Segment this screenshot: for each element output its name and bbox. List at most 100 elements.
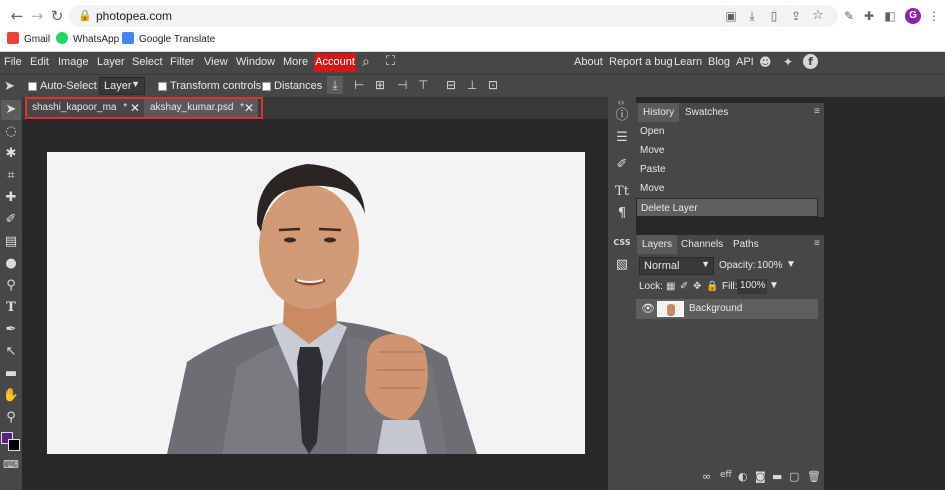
- menu-view[interactable]: View: [204, 56, 228, 68]
- crop-tool-icon[interactable]: ⌗: [1, 166, 21, 186]
- fill-dropdown-icon[interactable]: ▼: [769, 280, 779, 291]
- dodge-tool-icon[interactable]: ⚲: [1, 276, 21, 296]
- adjustment-layer-icon[interactable]: ◐: [738, 470, 748, 483]
- tab-channels[interactable]: Channels: [676, 235, 728, 254]
- pen-tool-icon[interactable]: ✒: [1, 320, 21, 340]
- menu-blog[interactable]: Blog: [708, 56, 730, 68]
- menu-account[interactable]: Account: [314, 53, 356, 72]
- document-canvas[interactable]: [47, 152, 585, 454]
- lasso-tool-icon[interactable]: ◌: [1, 122, 21, 142]
- layer-row-background[interactable]: 👁 Background: [636, 299, 818, 319]
- lock-move-icon[interactable]: ✥: [693, 281, 701, 292]
- menu-kebab-icon[interactable]: ⋮: [925, 7, 943, 25]
- image-icon[interactable]: ▧: [612, 255, 632, 275]
- lock-paint-icon[interactable]: ✐: [680, 281, 688, 292]
- blur-tool-icon[interactable]: ●: [1, 254, 21, 274]
- history-item[interactable]: Move: [636, 141, 818, 160]
- bookmark-google-translate[interactable]: Google Translate: [122, 32, 215, 46]
- install-icon[interactable]: ⤓: [743, 7, 761, 25]
- panel-menu-icon[interactable]: ≡: [814, 106, 820, 117]
- tab-history[interactable]: History: [638, 103, 680, 122]
- back-icon[interactable]: ←: [8, 7, 26, 25]
- profile-avatar[interactable]: G: [905, 8, 921, 24]
- bookmark-gmail[interactable]: Gmail: [7, 32, 50, 46]
- lock-icon[interactable]: 🔒: [78, 9, 92, 22]
- tab-swatches[interactable]: Swatches: [680, 103, 733, 122]
- menu-select[interactable]: Select: [132, 56, 163, 68]
- history-item[interactable]: Move: [636, 179, 818, 198]
- opacity-value[interactable]: 100%: [757, 260, 783, 271]
- menu-report-bug[interactable]: Report a bug: [609, 56, 673, 68]
- distances-checkbox[interactable]: [262, 82, 271, 91]
- align-top-icon[interactable]: ⊤: [418, 78, 428, 92]
- gradient-tool-icon[interactable]: ▤: [1, 232, 21, 252]
- type-tool-icon[interactable]: T: [1, 298, 21, 318]
- healing-tool-icon[interactable]: ✚: [1, 188, 21, 208]
- sidepanel-icon[interactable]: ◧: [881, 7, 899, 25]
- opacity-dropdown-icon[interactable]: ▼: [786, 259, 796, 270]
- menu-edit[interactable]: Edit: [30, 56, 49, 68]
- menu-image[interactable]: Image: [58, 56, 89, 68]
- share-icon[interactable]: ⇪: [787, 7, 805, 25]
- search-icon[interactable]: ⌕: [362, 54, 370, 70]
- lock-pixels-icon[interactable]: ▦: [666, 281, 675, 292]
- new-layer-icon[interactable]: ▢: [789, 470, 799, 483]
- menu-learn[interactable]: Learn: [674, 56, 702, 68]
- lock-all-icon[interactable]: 🔒: [706, 281, 718, 292]
- brush-settings-icon[interactable]: ✐: [612, 155, 632, 175]
- tab-layers[interactable]: Layers: [637, 235, 678, 254]
- character-icon[interactable]: Tt: [612, 182, 632, 202]
- blend-mode-select[interactable]: Normal ▼: [639, 257, 714, 275]
- magic-wand-icon[interactable]: ✱: [1, 144, 21, 164]
- align-bottom-icon[interactable]: ⊥: [467, 78, 477, 92]
- brush-tool-icon[interactable]: ✐: [1, 210, 21, 230]
- history-item[interactable]: Paste: [636, 160, 818, 179]
- layer-mask-icon[interactable]: ◙: [755, 470, 766, 483]
- menu-window[interactable]: Window: [236, 56, 275, 68]
- paragraph-icon[interactable]: ¶: [612, 204, 632, 224]
- align-right-icon[interactable]: ⊣: [397, 78, 407, 92]
- facebook-icon[interactable]: f: [803, 54, 818, 69]
- move-tool-icon[interactable]: ➤: [1, 100, 21, 120]
- transform-controls-checkbox[interactable]: [158, 82, 167, 91]
- path-select-icon[interactable]: ↖: [1, 342, 21, 362]
- menu-file[interactable]: File: [4, 56, 22, 68]
- screenshot-icon[interactable]: ▣: [722, 7, 740, 25]
- reload-icon[interactable]: ↻: [48, 7, 66, 25]
- extensions-icon[interactable]: ✚: [860, 7, 878, 25]
- history-item[interactable]: Open: [636, 122, 818, 141]
- twitter-icon[interactable]: ✦: [783, 55, 793, 69]
- tab-paths[interactable]: Paths: [728, 235, 764, 254]
- eyedropper-icon[interactable]: ✎: [840, 7, 858, 25]
- history-item[interactable]: Delete Layer: [636, 198, 818, 217]
- menu-about[interactable]: About: [574, 56, 603, 68]
- forward-icon[interactable]: →: [28, 7, 46, 25]
- auto-select-checkbox[interactable]: [28, 82, 37, 91]
- layer-effects-icon[interactable]: eff: [720, 470, 732, 480]
- zoom-tool-icon[interactable]: ⚲: [1, 408, 21, 428]
- link-layers-icon[interactable]: ∞: [702, 470, 711, 483]
- menu-layer[interactable]: Layer: [97, 56, 125, 68]
- align-center-icon[interactable]: ⊞: [375, 78, 385, 92]
- visibility-eye-icon[interactable]: 👁: [641, 302, 655, 315]
- info-icon[interactable]: ⓘ: [612, 106, 632, 126]
- css-icon[interactable]: CSS: [612, 233, 632, 253]
- keyboard-icon[interactable]: ⌨: [1, 455, 21, 475]
- hand-tool-icon[interactable]: ✋: [1, 386, 21, 406]
- align-middle-icon[interactable]: ⊟: [446, 78, 456, 92]
- distribute-icon[interactable]: ⊡: [488, 78, 498, 92]
- fill-value[interactable]: 100%: [737, 279, 767, 294]
- layer-select[interactable]: Layer ▼: [99, 77, 145, 95]
- page-icon[interactable]: ▯: [765, 7, 783, 25]
- align-left-icon[interactable]: ⊢: [354, 78, 364, 92]
- menu-more[interactable]: More: [283, 56, 308, 68]
- layer-name[interactable]: Background: [689, 303, 742, 314]
- new-group-icon[interactable]: ▬: [772, 470, 782, 483]
- shape-tool-icon[interactable]: ▬: [1, 364, 21, 384]
- reddit-icon[interactable]: ☻: [759, 55, 772, 69]
- menu-api[interactable]: API: [736, 56, 754, 68]
- panel-menu-icon[interactable]: ≡: [814, 238, 820, 249]
- move-tool-icon[interactable]: ➤: [4, 79, 15, 94]
- delete-layer-icon[interactable]: 🗑: [807, 470, 821, 483]
- adjustments-icon[interactable]: ☰: [612, 128, 632, 148]
